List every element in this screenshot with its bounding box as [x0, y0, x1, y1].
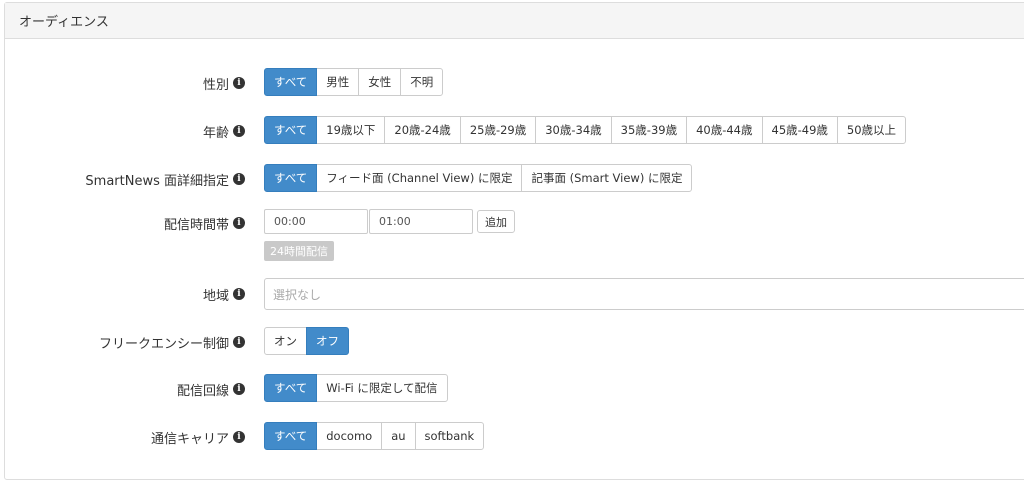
age-row: 年齢 i すべて 19歳以下 20歳-24歳 25歳-29歳 30歳-34歳 35歳-39… [0, 116, 1024, 146]
panel-title: オーディエンス [19, 15, 109, 30]
age-option-button[interactable]: 20歳-24歳 [384, 116, 461, 144]
gender-row: 性別 i すべて 男性 女性 不明 [0, 68, 1024, 98]
smartnews-option-button[interactable]: すべて [264, 164, 318, 192]
frequency-label: フリークエンシー制御 i [0, 327, 245, 357]
info-icon[interactable]: i [233, 336, 245, 348]
24h-tag[interactable]: 24時間配信 [264, 241, 334, 261]
age-option-button[interactable]: 40歳-44歳 [686, 116, 763, 144]
gender-label: 性別 i [0, 68, 245, 98]
frequency-option-button[interactable]: オン [264, 327, 307, 355]
age-option-button[interactable]: 19歳以下 [316, 116, 386, 144]
age-option-button[interactable]: 50歳以上 [836, 116, 907, 144]
frequency-options: オン オフ [264, 327, 349, 355]
age-options: すべて 19歳以下 20歳-24歳 25歳-29歳 30歳-34歳 35歳-39歳 40歳-… [264, 116, 907, 144]
carrier-options: すべて docomo au softbank [264, 422, 485, 450]
carrier-option-button[interactable]: au [381, 422, 416, 450]
end-time-input[interactable]: 01:00 [369, 209, 473, 234]
info-icon[interactable]: i [233, 77, 245, 89]
info-icon[interactable]: i [233, 173, 245, 185]
gender-option-button[interactable]: 男性 [316, 68, 360, 96]
smartnews-label: SmartNews 面詳細指定 i [0, 164, 245, 194]
age-label: 年齢 i [0, 116, 245, 146]
carrier-option-button[interactable]: docomo [316, 422, 383, 450]
smartnews-option-button[interactable]: フィード面 (Channel View) に限定 [316, 164, 523, 192]
carrier-option-button[interactable]: すべて [264, 422, 318, 450]
age-option-button[interactable]: 45歳-49歳 [761, 116, 838, 144]
carrier-row: 通信キャリア i すべて docomo au softbank [0, 422, 1024, 452]
info-icon[interactable]: i [233, 288, 245, 300]
gender-option-button[interactable]: 女性 [358, 68, 402, 96]
line-options: すべて Wi-Fi に限定して配信 [264, 374, 448, 402]
info-icon[interactable]: i [233, 217, 245, 229]
gender-option-button[interactable]: すべて [264, 68, 318, 96]
gender-options: すべて 男性 女性 不明 [264, 68, 444, 96]
line-option-button[interactable]: すべて [264, 374, 318, 402]
region-select[interactable]: 選択なし [264, 278, 1024, 310]
add-time-button[interactable]: 追加 [477, 210, 515, 233]
schedule-label: 配信時間帯 i [0, 208, 245, 238]
start-time-input[interactable]: 00:00 [264, 209, 368, 234]
smartnews-options: すべて フィード面 (Channel View) に限定 記事面 (Smart Vi… [264, 164, 693, 192]
age-option-button[interactable]: すべて [264, 116, 318, 144]
line-option-button[interactable]: Wi-Fi に限定して配信 [316, 374, 448, 402]
panel-heading: オーディエンス [5, 3, 1024, 39]
gender-option-button[interactable]: 不明 [400, 68, 444, 96]
line-label: 配信回線 i [0, 374, 245, 404]
line-row: 配信回線 i すべて Wi-Fi に限定して配信 [0, 374, 1024, 404]
info-icon[interactable]: i [233, 431, 245, 443]
age-option-button[interactable]: 30歳-34歳 [535, 116, 612, 144]
smartnews-row: SmartNews 面詳細指定 i すべて フィード面 (Channel View… [0, 164, 1024, 194]
info-icon[interactable]: i [233, 383, 245, 395]
carrier-option-button[interactable]: softbank [414, 422, 485, 450]
frequency-option-button[interactable]: オフ [306, 327, 349, 355]
frequency-row: フリークエンシー制御 i オン オフ [0, 327, 1024, 357]
carrier-label: 通信キャリア i [0, 422, 245, 452]
age-option-button[interactable]: 35歳-39歳 [610, 116, 688, 144]
age-option-button[interactable]: 25歳-29歳 [459, 116, 537, 144]
region-label: 地域 i [0, 279, 245, 309]
info-icon[interactable]: i [233, 125, 245, 137]
smartnews-option-button[interactable]: 記事面 (Smart View) に限定 [521, 164, 693, 192]
